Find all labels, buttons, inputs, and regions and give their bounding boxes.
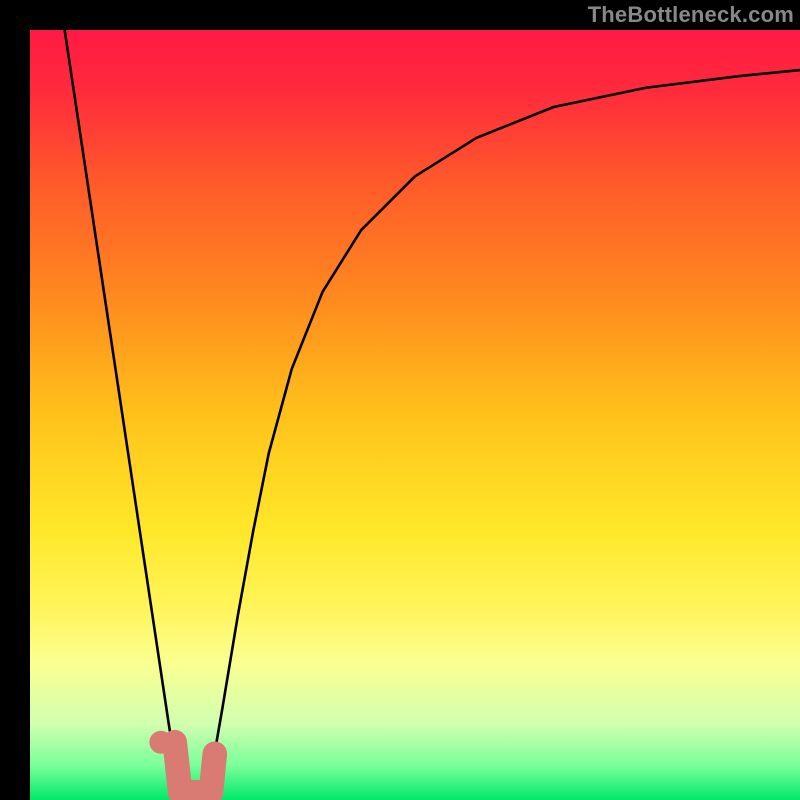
chart-svg xyxy=(30,30,800,800)
chart-plot-area xyxy=(30,30,800,800)
chart-frame: TheBottleneck.com xyxy=(0,0,800,800)
watermark-label: TheBottleneck.com xyxy=(588,2,794,28)
chart-background xyxy=(30,30,800,800)
